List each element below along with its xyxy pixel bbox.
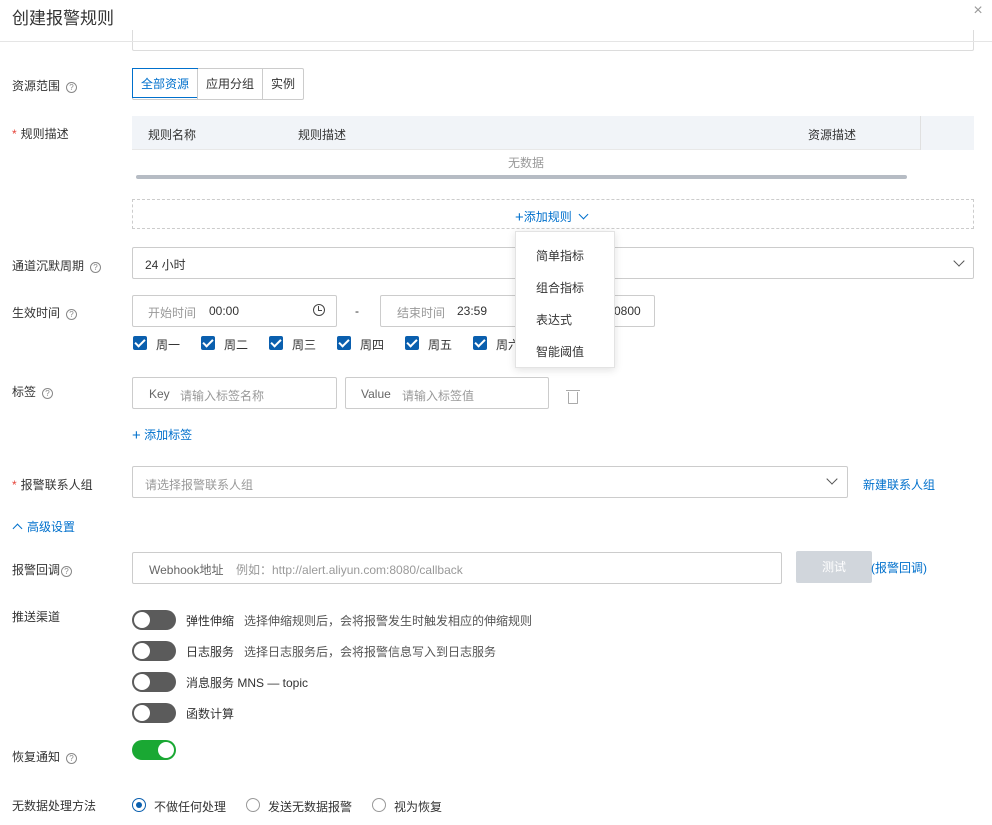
radio-send-no-data-alert-label: 发送无数据报警: [268, 800, 353, 814]
checkbox-wed[interactable]: [269, 336, 283, 350]
radio-treat-as-recovery[interactable]: [372, 798, 386, 812]
table-horizontal-scrollbar[interactable]: [136, 175, 907, 179]
tags-label: 标签?: [12, 383, 54, 400]
column-resource-desc: 资源描述: [808, 128, 857, 142]
resource-scope-segment: 全部资源 应用分组 实例: [132, 68, 305, 100]
dialog-title: 创建报警规则: [12, 9, 114, 28]
rule-table-header-fixed: [920, 116, 974, 150]
weekday-mon-label: 周一: [156, 338, 181, 352]
chevron-down-icon: [578, 209, 589, 220]
tag-value-placeholder: 请输入标签值: [402, 389, 475, 403]
auto-scaling-name: 弹性伸缩: [186, 614, 235, 628]
webhook-prefix: Webhook地址: [149, 563, 224, 577]
radio-send-no-data-alert[interactable]: [246, 798, 260, 812]
log-service-desc: 选择日志服务后，会将报警信息写入到日志服务: [244, 645, 497, 659]
dropdown-item-expression[interactable]: 表达式: [536, 311, 572, 328]
toggle-mns-topic[interactable]: [132, 672, 176, 692]
help-icon[interactable]: ?: [61, 566, 73, 577]
checkbox-fri[interactable]: [405, 336, 419, 350]
advanced-settings-toggle[interactable]: 高级设置: [12, 518, 75, 535]
silence-period-label: 通道沉默周期?: [12, 257, 102, 274]
effective-time-label: 生效时间?: [12, 304, 78, 321]
timezone-value: 0800: [614, 304, 641, 318]
help-icon[interactable]: ?: [42, 388, 54, 399]
dropdown-item-smart-threshold[interactable]: 智能阈值: [536, 343, 584, 360]
checkbox-sat[interactable]: [473, 336, 487, 350]
contact-group-placeholder: 请选择报警联系人组: [145, 478, 254, 492]
new-contact-group-link[interactable]: 新建联系人组: [863, 476, 935, 493]
scope-option-app-group[interactable]: 应用分组: [197, 69, 262, 99]
end-time-placeholder: 结束时间: [397, 306, 446, 320]
add-rule-dropdown: 简单指标 组合指标 表达式 智能阈值: [515, 231, 615, 368]
end-time-value: 23:59: [457, 304, 488, 318]
start-time-placeholder: 开始时间: [148, 306, 197, 320]
resource-scope-label: 资源范围?: [12, 77, 78, 94]
silence-period-value: 24 小时: [145, 258, 186, 272]
rule-table-header: [132, 116, 920, 150]
help-icon[interactable]: ?: [66, 753, 78, 764]
plus-icon: +: [515, 209, 524, 226]
table-empty-text: 无数据: [507, 156, 544, 170]
clock-icon: [313, 304, 325, 316]
close-icon[interactable]: ×: [968, 1, 988, 21]
add-rule-button[interactable]: +添加规则: [515, 208, 589, 226]
log-service-name: 日志服务: [186, 645, 235, 659]
tag-key-prefix: Key: [149, 387, 170, 401]
scope-option-instance[interactable]: 实例: [262, 69, 303, 99]
contact-group-label: * 报警联系人组: [12, 478, 93, 492]
toggle-log-service[interactable]: [132, 641, 176, 661]
push-channel-label: 推送渠道: [12, 610, 61, 624]
checkbox-tue[interactable]: [201, 336, 215, 350]
required-mark: *: [12, 127, 17, 141]
plus-icon: +: [132, 427, 141, 444]
radio-treat-as-recovery-label: 视为恢复: [394, 800, 443, 814]
time-separator: -: [355, 304, 359, 318]
webhook-placeholder: 例如：http://alert.aliyun.com:8080/callback: [236, 563, 463, 577]
mns-topic-name: 消息服务 MNS — topic: [186, 676, 309, 690]
checkbox-thu[interactable]: [337, 336, 351, 350]
header-divider: [0, 41, 992, 42]
weekday-wed-label: 周三: [292, 338, 317, 352]
callback-help-link[interactable]: (报警回调): [871, 559, 927, 576]
chevron-up-icon: [12, 523, 23, 534]
weekday-fri-label: 周五: [428, 338, 453, 352]
toggle-function-compute[interactable]: [132, 703, 176, 723]
tag-key-placeholder: 请输入标签名称: [180, 389, 265, 403]
help-icon[interactable]: ?: [66, 82, 78, 93]
tag-value-prefix: Value: [361, 387, 391, 401]
weekday-thu-label: 周四: [360, 338, 385, 352]
weekday-tue-label: 周二: [224, 338, 249, 352]
function-compute-name: 函数计算: [186, 707, 235, 721]
radio-no-action[interactable]: [132, 798, 146, 812]
scope-option-all[interactable]: 全部资源: [132, 68, 199, 98]
help-icon[interactable]: ?: [66, 309, 78, 320]
trash-icon[interactable]: [566, 390, 580, 404]
add-tag-button[interactable]: + 添加标签: [132, 426, 192, 444]
radio-no-action-label: 不做任何处理: [154, 800, 227, 814]
callback-label: 报警回调?: [12, 561, 73, 578]
toggle-auto-scaling[interactable]: [132, 610, 176, 630]
column-rule-desc: 规则描述: [298, 128, 347, 142]
toggle-recovery-notice[interactable]: [132, 740, 176, 760]
no-data-label: 无数据处理方法: [12, 799, 97, 813]
dropdown-item-simple-metric[interactable]: 简单指标: [536, 247, 584, 264]
checkbox-mon[interactable]: [133, 336, 147, 350]
dropdown-item-combined-metric[interactable]: 组合指标: [536, 279, 584, 296]
required-mark: *: [12, 478, 17, 492]
column-rule-name: 规则名称: [148, 128, 197, 142]
rule-desc-label: * 规则描述: [12, 127, 69, 141]
test-button[interactable]: 测试: [796, 551, 872, 583]
auto-scaling-desc: 选择伸缩规则后，会将报警发生时触发相应的伸缩规则: [244, 614, 533, 628]
recovery-notice-label: 恢复通知?: [12, 748, 78, 765]
start-time-value: 00:00: [209, 304, 240, 318]
help-icon[interactable]: ?: [90, 262, 102, 273]
